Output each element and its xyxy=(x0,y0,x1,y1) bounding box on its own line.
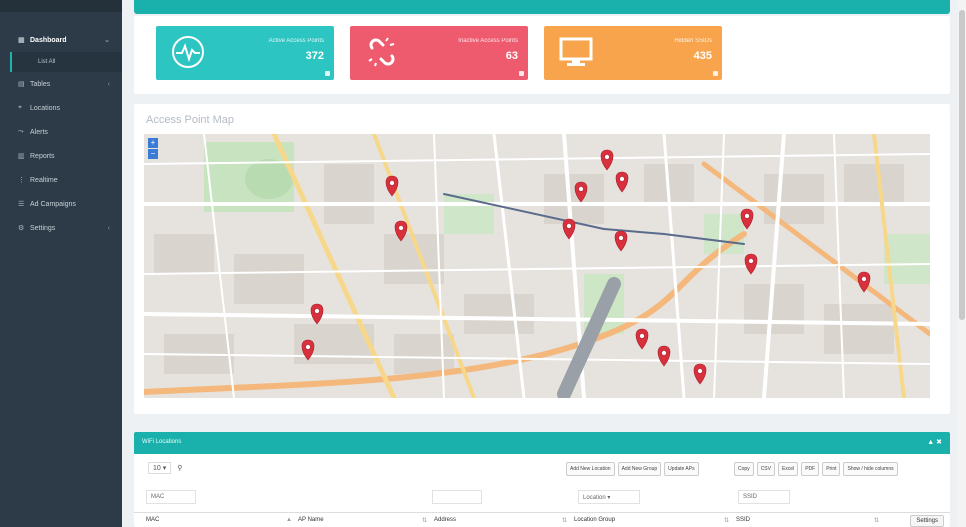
card-value: 63 xyxy=(505,50,518,62)
table-header-row: MAC ▲ AP Name ⇅ Address ⇅ Location Group… xyxy=(134,512,950,527)
sort-icon[interactable]: ⇅ xyxy=(874,517,879,524)
map-canvas[interactable] xyxy=(144,134,930,398)
sidebar-item-label: Tables xyxy=(30,80,51,88)
location-filter-select[interactable]: Location ▾ xyxy=(578,490,640,504)
grid-icon: ▦ xyxy=(18,37,25,44)
filter-input[interactable] xyxy=(432,490,482,504)
broken-link-icon xyxy=(368,37,395,67)
excel-button[interactable]: Excel xyxy=(777,462,799,476)
inactive-access-points-card[interactable]: Inactive Access Points 63 xyxy=(350,26,528,80)
stats-panel: Active Access Points 372 Inactive Access… xyxy=(134,16,950,94)
sidebar-brand xyxy=(0,0,122,12)
location-filter-value: Location xyxy=(583,495,606,501)
sidebar: ▦ Dashboard ⌄ List All ▤ Tables ‹ ⌖ Loca… xyxy=(0,0,122,527)
pulse-icon xyxy=(172,36,204,68)
sidebar-item-label: Ad Campaigns xyxy=(30,200,76,208)
sidebar-item-label: Locations xyxy=(30,104,60,112)
wifi-locations-panel: WiFi Locations ▲ ✖ 10 ▾ ⚲ Add New Locati… xyxy=(134,432,950,527)
map-title: Access Point Map xyxy=(146,114,235,126)
update-aps-button[interactable]: Update APs xyxy=(664,462,699,476)
access-point-map[interactable]: + − xyxy=(144,134,930,398)
card-corner-mark xyxy=(325,71,330,76)
top-panel-strip xyxy=(134,0,950,14)
ssid-filter-input[interactable]: SSID xyxy=(738,490,790,504)
access-point-map-panel: Access Point Map + − xyxy=(134,104,950,414)
chevron-left-icon: ‹ xyxy=(107,224,110,232)
csv-button[interactable]: CSV xyxy=(756,462,775,476)
sidebar-item-label: Realtime xyxy=(30,176,58,184)
pdf-button[interactable]: PDF xyxy=(801,462,820,476)
sidebar-item-alerts[interactable]: ⤳ Alerts xyxy=(0,120,122,144)
location-icon: ⌖ xyxy=(18,104,22,111)
export-buttons: Copy CSV Excel PDF Print Show / hide col… xyxy=(734,462,898,476)
alert-icon: ⤳ xyxy=(18,128,24,135)
realtime-icon: ⋮ xyxy=(18,177,25,184)
table-icon: ▤ xyxy=(18,81,25,88)
card-label: Active Access Points xyxy=(268,38,324,44)
zoom-out-button[interactable]: − xyxy=(148,149,158,159)
sidebar-item-settings[interactable]: ⚙ Settings ‹ xyxy=(0,216,122,240)
report-icon: ▥ xyxy=(18,153,25,160)
page-scrollbar[interactable] xyxy=(958,0,966,527)
sort-icon[interactable]: ⇅ xyxy=(422,517,427,524)
column-header-ap-name[interactable]: AP Name xyxy=(298,517,324,523)
add-new-location-button[interactable]: Add New Location xyxy=(566,462,615,476)
column-header-location-group[interactable]: Location Group xyxy=(574,517,615,523)
sidebar-item-label: Alerts xyxy=(30,128,48,136)
column-header-ssid[interactable]: SSID xyxy=(736,517,750,523)
show-hide-columns-button[interactable]: Show / hide columns xyxy=(843,462,898,476)
mac-filter-input[interactable]: MAC xyxy=(146,490,196,504)
sort-icon[interactable]: ⇅ xyxy=(562,517,567,524)
card-label: Inactive Access Points xyxy=(458,38,518,44)
column-header-address[interactable]: Address xyxy=(434,517,456,523)
card-label: Hidden SSIDs xyxy=(674,38,712,44)
page-size-control: 10 ▾ ⚲ xyxy=(148,462,182,474)
chevron-down-icon: ⌄ xyxy=(104,37,110,44)
monitor-icon xyxy=(559,37,593,66)
sidebar-item-ad-campaigns[interactable]: ☰ Ad Campaigns xyxy=(0,192,122,216)
panel-controls-icon[interactable]: ▲ ✖ xyxy=(927,438,942,446)
copy-button[interactable]: Copy xyxy=(734,462,754,476)
action-buttons: Add New Location Add New Group Update AP… xyxy=(566,462,699,476)
panel-header: WiFi Locations ▲ ✖ xyxy=(134,432,950,454)
card-corner-mark xyxy=(713,71,718,76)
sidebar-item-realtime[interactable]: ⋮ Realtime xyxy=(0,168,122,192)
column-header-mac[interactable]: MAC xyxy=(146,517,159,523)
sidebar-item-label: Dashboard xyxy=(30,36,67,44)
scrollbar-thumb[interactable] xyxy=(959,10,965,320)
sort-icon[interactable]: ⇅ xyxy=(724,517,729,524)
column-filters: MAC Location ▾ SSID xyxy=(134,486,950,508)
zoom-in-button[interactable]: + xyxy=(148,138,158,148)
main-content: Active Access Points 372 Inactive Access… xyxy=(122,0,966,527)
chevron-left-icon: ‹ xyxy=(107,80,110,88)
card-corner-mark xyxy=(519,71,524,76)
sidebar-item-reports[interactable]: ▥ Reports xyxy=(0,144,122,168)
page-size-select[interactable]: 10 ▾ xyxy=(148,462,172,474)
panel-title: WiFi Locations xyxy=(142,439,182,445)
map-zoom-control: + − xyxy=(148,138,158,160)
print-button[interactable]: Print xyxy=(822,462,841,476)
sidebar-item-tables[interactable]: ▤ Tables ‹ xyxy=(0,72,122,96)
sidebar-item-label: Reports xyxy=(30,152,55,160)
settings-button[interactable]: Settings xyxy=(910,515,944,527)
sidebar-item-locations[interactable]: ⌖ Locations xyxy=(0,96,122,120)
sidebar-item-dashboard[interactable]: ▦ Dashboard ⌄ xyxy=(0,28,122,52)
sort-icon[interactable]: ▲ xyxy=(286,517,292,523)
campaign-icon: ☰ xyxy=(18,201,25,208)
page-size-value: 10 xyxy=(153,465,161,472)
sidebar-subitem-list-all[interactable]: List All xyxy=(10,52,122,72)
add-new-group-button[interactable]: Add New Group xyxy=(617,462,662,476)
active-access-points-card[interactable]: Active Access Points 372 xyxy=(156,26,334,80)
card-value: 372 xyxy=(305,50,324,62)
sidebar-item-label: Settings xyxy=(30,224,56,232)
hidden-ssids-card[interactable]: Hidden SSIDs 435 xyxy=(544,26,722,80)
card-value: 435 xyxy=(693,50,712,62)
settings-icon: ⚙ xyxy=(18,225,25,232)
search-icon[interactable]: ⚲ xyxy=(177,464,182,472)
